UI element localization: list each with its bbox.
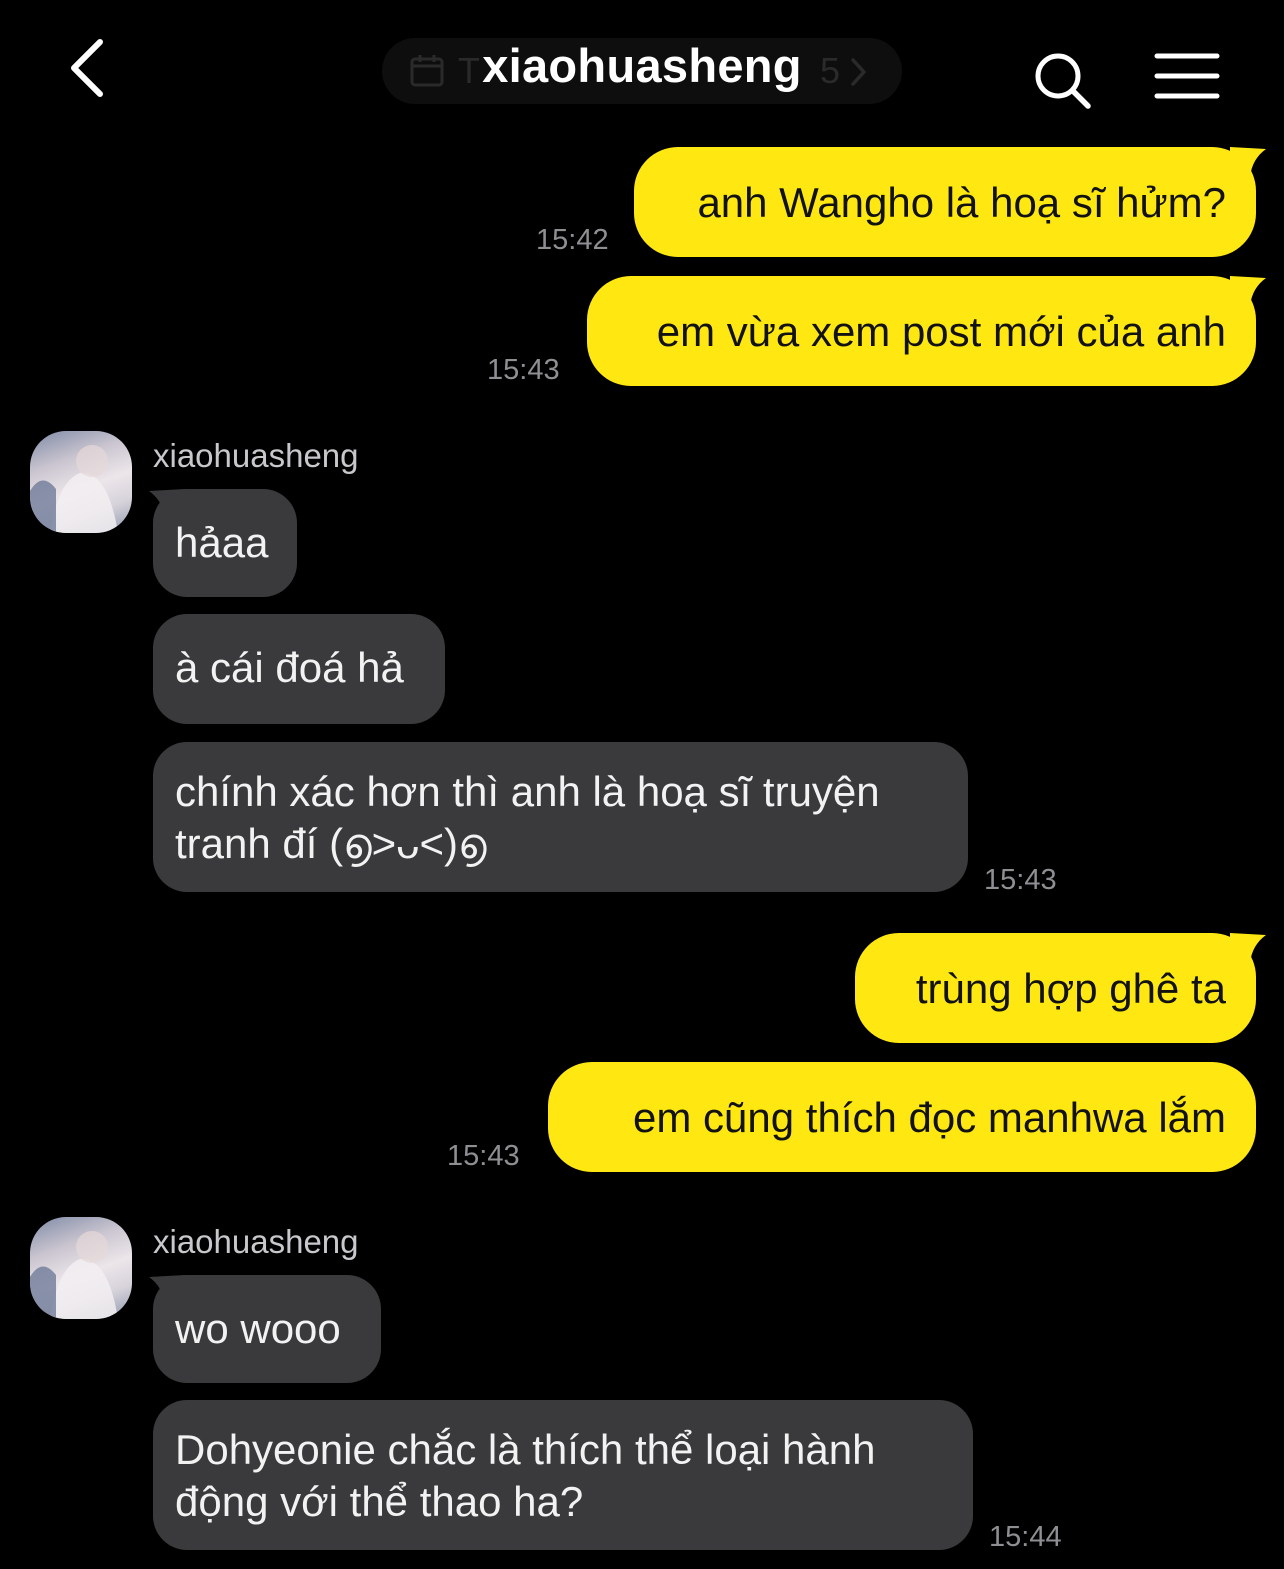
message-text-line: động với thể thao ha?	[175, 1478, 584, 1525]
message-text: anh Wangho là hoạ sĩ hửm?	[697, 179, 1226, 226]
message-timestamp: 15:43	[487, 354, 560, 386]
search-icon	[1035, 53, 1091, 109]
avatar[interactable]	[30, 1217, 132, 1319]
hamburger-menu-icon	[1154, 53, 1220, 99]
search-button[interactable]	[1030, 48, 1098, 116]
message-text-line: Dohyeonie chắc là thích thể loại hành	[175, 1426, 876, 1473]
bubble-tail	[1230, 276, 1266, 306]
avatar[interactable]	[30, 431, 132, 533]
sender-name: xiaohuasheng	[153, 437, 359, 474]
message-text: wo wooo	[175, 1305, 341, 1352]
incoming-message[interactable]: wo wooo	[153, 1275, 381, 1383]
outgoing-message[interactable]: anh Wangho là hoạ sĩ hửm?	[634, 147, 1256, 257]
bubble-tail	[149, 1275, 185, 1305]
message-timestamp: 15:42	[536, 224, 609, 256]
message-text: hảaa	[175, 519, 269, 566]
message-timestamp: 15:43	[984, 864, 1057, 896]
message-text-line: chính xác hơn thì anh là hoạ sĩ truyện	[175, 768, 880, 815]
incoming-message[interactable]: à cái đoá hả	[153, 614, 445, 724]
outgoing-message[interactable]: em vừa xem post mới của anh	[587, 276, 1256, 386]
bubble-tail	[1230, 147, 1266, 177]
bubble-tail	[1230, 933, 1266, 963]
outgoing-message[interactable]: trùng hợp ghê ta	[855, 933, 1256, 1043]
incoming-message[interactable]: chính xác hơn thì anh là hoạ sĩ truyện t…	[153, 742, 968, 892]
message-text: à cái đoá hả	[175, 644, 404, 691]
incoming-message[interactable]: Dohyeonie chắc là thích thể loại hành độ…	[153, 1400, 973, 1550]
avatar-image	[30, 1231, 118, 1319]
message-timestamp: 15:44	[989, 1521, 1062, 1553]
bubble-tail	[149, 489, 185, 519]
message-text-line: tranh đí (൭˃ᴗ˂)൭	[175, 820, 487, 867]
message-text: em vừa xem post mới của anh	[656, 308, 1226, 355]
message-text: em cũng thích đọc manhwa lắm	[633, 1094, 1226, 1141]
menu-button[interactable]	[1154, 52, 1220, 102]
message-timestamp: 15:43	[447, 1140, 520, 1172]
sender-name: xiaohuasheng	[153, 1223, 359, 1260]
avatar-image	[30, 445, 118, 533]
outgoing-message[interactable]: em cũng thích đọc manhwa lắm	[548, 1062, 1256, 1172]
message-text: trùng hợp ghê ta	[915, 965, 1226, 1012]
chat-header: T 5 xiaohuasheng	[0, 0, 1284, 140]
